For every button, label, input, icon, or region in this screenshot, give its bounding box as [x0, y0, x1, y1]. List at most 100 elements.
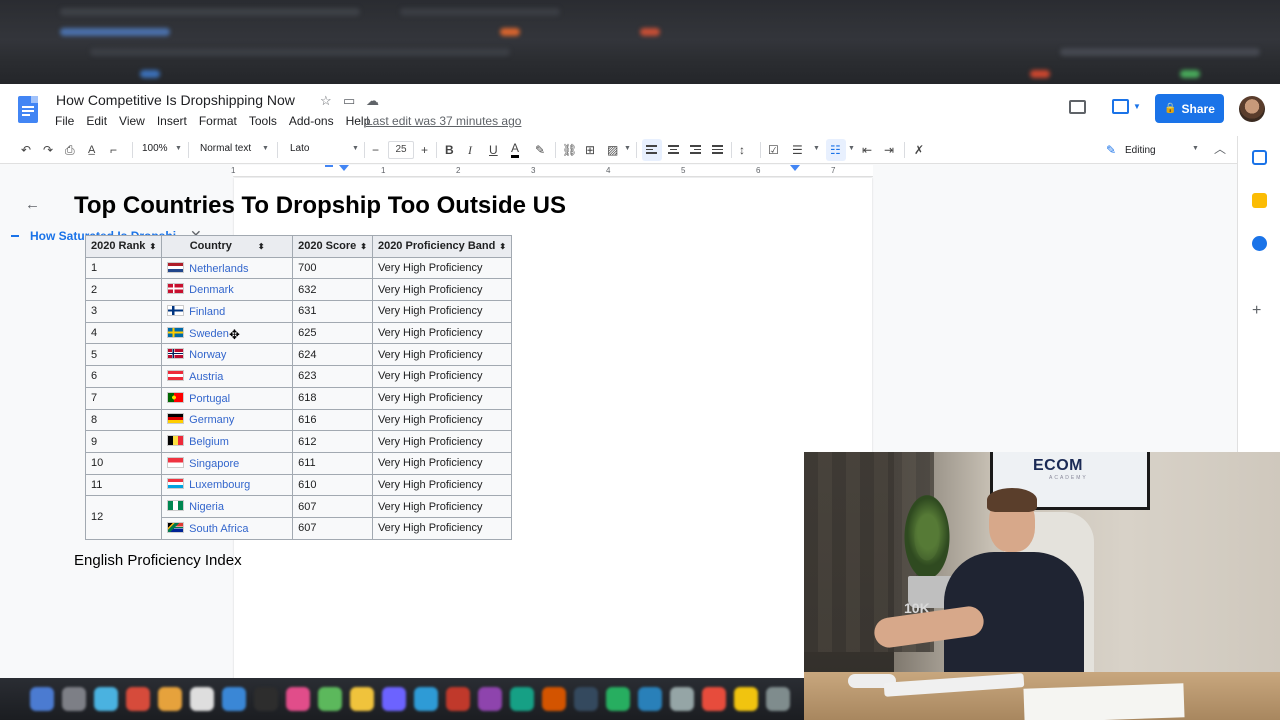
country-link[interactable]: Belgium	[189, 436, 229, 448]
numbered-list-button[interactable]: ☷	[826, 139, 846, 161]
country-link[interactable]: South Africa	[189, 523, 248, 535]
dock-app-icon[interactable]	[318, 687, 342, 711]
doc-title[interactable]: How Competitive Is Dropshipping Now	[56, 92, 295, 108]
share-button[interactable]: 🔒 Share	[1155, 94, 1224, 123]
country-link[interactable]: Singapore	[189, 458, 239, 470]
dock-app-icon[interactable]	[158, 687, 182, 711]
column-header-band[interactable]: 2020 Proficiency Band ⬍	[371, 235, 513, 258]
clear-formatting-icon[interactable]: ✗	[914, 142, 924, 158]
dock-app-icon[interactable]	[446, 687, 470, 711]
arrow-left-icon[interactable]: ←	[25, 196, 40, 213]
column-header-score[interactable]: 2020 Score ⬍	[292, 235, 373, 258]
zoom-select[interactable]: 100%	[142, 143, 168, 154]
right-indent-marker[interactable]	[790, 165, 800, 171]
ruler-number: 3	[531, 166, 536, 175]
dock-app-icon[interactable]	[94, 687, 118, 711]
link-icon[interactable]: ⛓	[562, 142, 577, 158]
redo-icon[interactable]: ↷	[43, 142, 53, 158]
text-color-icon[interactable]: A	[511, 142, 520, 158]
spellcheck-icon[interactable]: A̲	[88, 142, 95, 158]
add-addon-icon[interactable]: +	[1252, 302, 1261, 320]
country-link[interactable]: Finland	[189, 306, 225, 318]
dock-app-icon[interactable]	[670, 687, 694, 711]
country-link[interactable]: Norway	[189, 349, 226, 361]
dock-app-icon[interactable]	[126, 687, 150, 711]
dock-app-icon[interactable]	[574, 687, 598, 711]
increase-font-icon[interactable]: +	[421, 142, 428, 158]
country-link[interactable]: Portugal	[189, 393, 230, 405]
dock-app-icon[interactable]	[702, 687, 726, 711]
docs-logo-icon[interactable]	[18, 96, 38, 123]
country-link[interactable]: Germany	[189, 414, 234, 426]
country-link[interactable]: Luxembourg	[189, 479, 250, 491]
column-header-country[interactable]: Country ⬍	[161, 235, 294, 258]
highlight-icon[interactable]: ✎	[535, 142, 545, 158]
print-icon[interactable]: ⎙	[65, 142, 75, 158]
dock-app-icon[interactable]	[190, 687, 214, 711]
checklist-icon[interactable]: ☑	[768, 142, 779, 158]
align-left-button[interactable]	[642, 139, 662, 161]
keep-icon[interactable]	[1252, 193, 1267, 208]
chevron-up-icon[interactable]: ︿	[1214, 140, 1226, 157]
comment-history-icon[interactable]	[1069, 100, 1086, 114]
present-button[interactable]: ▼	[1106, 96, 1142, 120]
font-select[interactable]: Lato	[290, 143, 309, 154]
justify-icon[interactable]	[712, 145, 723, 155]
style-select[interactable]: Normal text	[200, 143, 251, 154]
dock-app-icon[interactable]	[254, 687, 278, 711]
comment-icon[interactable]: ⊞	[585, 142, 595, 158]
dock-app-icon[interactable]	[478, 687, 502, 711]
image-icon[interactable]: ▨	[607, 142, 618, 158]
dock-app-icon[interactable]	[350, 687, 374, 711]
editing-mode-select[interactable]: ✎ Editing ▼	[1100, 139, 1204, 161]
cloud-status-icon[interactable]: ☁	[366, 93, 379, 109]
menu-insert[interactable]: Insert	[157, 114, 193, 128]
dock-app-icon[interactable]	[638, 687, 662, 711]
bullets-icon[interactable]: ☰	[792, 142, 803, 158]
country-link[interactable]: Denmark	[189, 284, 234, 296]
dock-app-icon[interactable]	[62, 687, 86, 711]
country-link[interactable]: Sweden	[189, 328, 229, 340]
menu-format[interactable]: Format	[199, 114, 243, 128]
menu-file[interactable]: File	[55, 114, 80, 128]
decrease-font-icon[interactable]: −	[372, 142, 379, 158]
align-right-icon[interactable]	[690, 145, 701, 155]
tasks-icon[interactable]	[1252, 236, 1267, 251]
italic-icon[interactable]: I	[468, 142, 472, 158]
country-link[interactable]: Austria	[189, 371, 223, 383]
ruler[interactable]: 1 1 2 3 4 5 6 7	[231, 165, 873, 177]
indent-less-icon[interactable]: ⇤	[862, 142, 872, 158]
line-spacing-icon[interactable]: ↕	[739, 142, 745, 158]
undo-icon[interactable]: ↶	[21, 142, 31, 158]
calendar-icon[interactable]	[1252, 150, 1267, 165]
move-folder-icon[interactable]: ▭	[343, 93, 355, 109]
dock-app-icon[interactable]	[222, 687, 246, 711]
dock-app-icon[interactable]	[30, 687, 54, 711]
bold-icon[interactable]: B	[445, 142, 454, 158]
align-center-icon[interactable]	[668, 145, 679, 155]
dock-app-icon[interactable]	[766, 687, 790, 711]
menu-view[interactable]: View	[119, 114, 151, 128]
paint-format-icon[interactable]: ⌐	[110, 142, 117, 158]
menu-addons[interactable]: Add-ons	[289, 114, 340, 128]
country-link[interactable]: Netherlands	[189, 263, 248, 275]
underline-icon[interactable]: U	[489, 142, 498, 158]
proficiency-table[interactable]: 2020 Rank ⬍ Country ⬍ 2020 Score ⬍ 2020 Pro…	[84, 235, 513, 540]
dock-app-icon[interactable]	[382, 687, 406, 711]
dock-app-icon[interactable]	[542, 687, 566, 711]
left-indent-marker[interactable]	[339, 165, 349, 171]
dock-app-icon[interactable]	[606, 687, 630, 711]
dock-app-icon[interactable]	[734, 687, 758, 711]
last-edit-link[interactable]: Last edit was 37 minutes ago	[366, 114, 521, 128]
column-header-rank[interactable]: 2020 Rank ⬍	[84, 235, 163, 258]
star-icon[interactable]: ☆	[320, 93, 332, 109]
dock-app-icon[interactable]	[414, 687, 438, 711]
dock-app-icon[interactable]	[510, 687, 534, 711]
font-size-input[interactable]: 25	[388, 141, 414, 159]
dock-app-icon[interactable]	[286, 687, 310, 711]
menu-tools[interactable]: Tools	[249, 114, 283, 128]
country-link[interactable]: Nigeria	[189, 501, 224, 513]
menu-edit[interactable]: Edit	[86, 114, 113, 128]
indent-more-icon[interactable]: ⇥	[884, 142, 894, 158]
avatar[interactable]	[1239, 96, 1265, 122]
